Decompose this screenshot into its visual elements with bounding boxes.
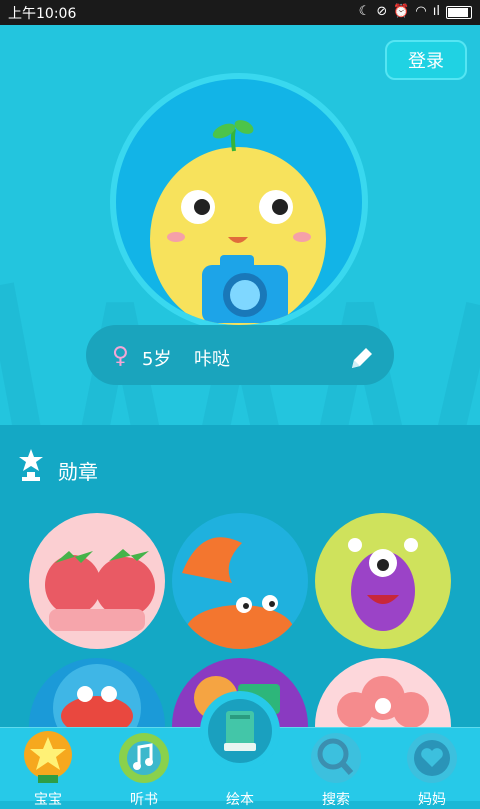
tab-search[interactable]: 搜索 [288,728,384,808]
alarm-icon: ⏰ [393,4,410,19]
profile-header: 登录 [0,25,480,425]
tab-picturebook-label: 绘本 [226,792,254,808]
status-icons: ☾ ⊘ ⏰ ◠ ıl [359,3,472,21]
music-note-icon [119,733,169,783]
status-bar: 上午10:06 ☾ ⊘ ⏰ ◠ ıl [0,0,480,25]
female-icon: ♀ [112,343,129,369]
tab-listen-label: 听书 [130,792,158,808]
tab-baby-label: 宝宝 [34,792,62,808]
signal-icon: ıl [432,4,440,19]
moon-icon: ☾ [358,4,371,19]
pencil-icon[interactable] [348,344,376,372]
mute-icon: ⊘ [376,4,388,19]
tab-baby[interactable]: 宝宝 [0,728,96,808]
wifi-icon: ◠ [415,4,427,19]
center-book-button[interactable] [200,691,280,771]
avatar[interactable] [110,73,368,331]
crab-badge[interactable] [172,513,308,649]
battery-icon [446,5,472,19]
tab-listen[interactable]: 听书 [96,728,192,808]
medals-title: 勋章 [58,460,98,484]
chick-mascot-icon [150,120,326,325]
medal-icon [19,449,43,481]
age-label: 5岁 [142,349,172,370]
heart-gear-icon [407,733,457,783]
strawberry-badge[interactable] [29,513,165,649]
status-time: 上午10:06 [8,6,77,22]
monster-badge[interactable] [315,513,451,649]
monster-icon [348,538,418,631]
nickname-label: 咔哒 [194,349,230,370]
tab-mom[interactable]: 妈妈 [384,728,480,808]
tab-mom-label: 妈妈 [418,792,446,808]
crab-icon [182,537,294,649]
strawberry-icon [45,549,155,631]
tab-search-label: 搜索 [322,792,350,808]
login-button[interactable]: 登录 [385,40,467,80]
star-trophy-icon [24,731,72,783]
magnifier-icon [311,733,361,783]
book-icon [208,699,272,763]
